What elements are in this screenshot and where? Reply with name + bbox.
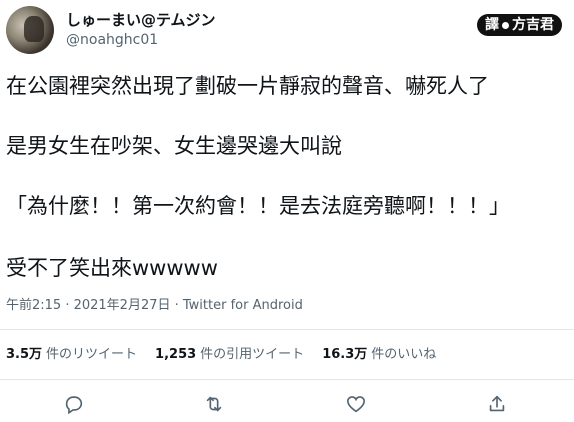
share-button[interactable]	[486, 393, 510, 417]
stat-label: 件の引用ツイート	[200, 347, 305, 362]
stat-label: 件のいいね	[371, 347, 437, 362]
retweet-button[interactable]	[203, 393, 227, 417]
retweet-count[interactable]: 3.5万 件のリツイート	[6, 345, 137, 365]
author-names: しゅーまい@テムジン @noahghc01	[66, 10, 216, 50]
reply-icon	[63, 396, 85, 419]
reply-button[interactable]	[63, 393, 87, 417]
credit-label-right: 方吉君	[512, 17, 554, 33]
tweet-header: しゅーまい@テムジン @noahghc01 譯 方吉君	[6, 6, 568, 58]
tweet-meta[interactable]: 午前2:15 · 2021年2月27日 · Twitter for Androi…	[6, 296, 303, 316]
stat-value: 16.3万	[322, 347, 368, 362]
display-name[interactable]: しゅーまい@テムジン	[66, 10, 216, 30]
tweet-text-line: 「為什麼！！第一次約會！！是去法庭旁聽啊！！！」	[6, 194, 510, 218]
engagement-stats: 3.5万 件のリツイート 1,253 件の引用ツイート 16.3万 件のいいね	[6, 345, 436, 365]
user-handle[interactable]: @noahghc01	[66, 30, 216, 50]
action-bar	[0, 393, 574, 421]
stat-value: 3.5万	[6, 347, 43, 362]
share-icon	[486, 395, 508, 419]
stat-label: 件のリツイート	[46, 347, 138, 362]
retweet-icon	[203, 396, 225, 419]
heart-icon	[345, 396, 367, 419]
quote-tweet-count[interactable]: 1,253 件の引用ツイート	[155, 345, 304, 365]
avatar[interactable]	[6, 6, 54, 54]
credit-label-left: 譯	[485, 17, 499, 33]
divider	[0, 329, 574, 330]
tweet-text-line: 在公園裡突然出現了劃破一片靜寂的聲音、嚇死人了	[6, 74, 489, 98]
tweet-text-line: 是男女生在吵架、女生邊哭邊大叫說	[6, 134, 342, 158]
like-button[interactable]	[345, 393, 369, 417]
stat-value: 1,253	[155, 347, 197, 362]
tweet-text-line: 受不了笑出來wwwww	[6, 256, 218, 280]
dot-separator-icon	[502, 21, 509, 29]
divider	[0, 379, 574, 380]
translator-credit-badge: 譯 方吉君	[477, 14, 562, 36]
like-count[interactable]: 16.3万 件のいいね	[322, 345, 436, 365]
